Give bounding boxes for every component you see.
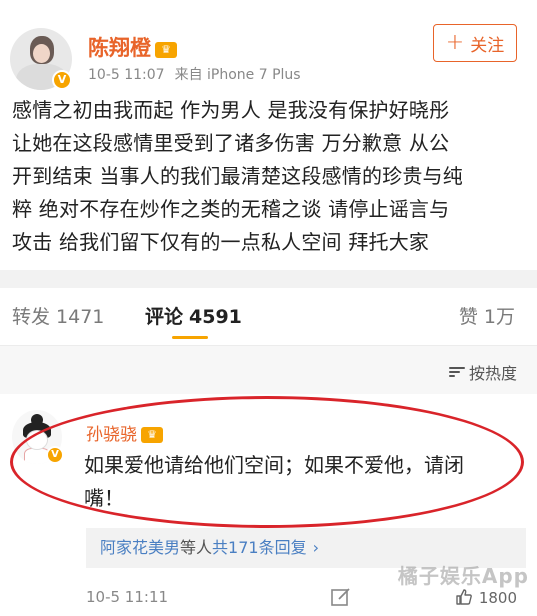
tab-comments-label: 评论 <box>145 306 184 328</box>
comment-line: 嘴！ <box>84 486 124 510</box>
comment-body: 如果爱他请给他们空间；如果不爱他，请闭 嘴！ <box>84 449 514 515</box>
post-source: 来自 iPhone 7 Plus <box>174 67 301 83</box>
crown-icon: ♛ <box>141 427 163 443</box>
post-line: 粹 绝对不存在炒作之类的无稽之谈 请停止谣言与 <box>12 197 450 221</box>
comment-line: 如果爱他请给他们空间；如果不爱他，请闭 <box>84 453 464 477</box>
sort-icon <box>448 365 465 379</box>
follow-button[interactable]: + 关注 <box>433 24 517 62</box>
follow-label: 关注 <box>470 35 505 56</box>
comment-like-button[interactable]: 1800 <box>455 588 517 607</box>
tab-likes-count: 1万 <box>483 306 515 328</box>
comment-like-count: 1800 <box>478 589 517 607</box>
sort-label: 按热度 <box>468 364 517 383</box>
tab-comments[interactable]: 评论 4591 <box>145 302 242 329</box>
chevron-right-icon: › <box>312 538 319 557</box>
replies-total-link[interactable]: 共171条回复 <box>212 538 307 557</box>
avatar-face <box>26 430 48 450</box>
replies-mid: 等人 <box>180 538 213 557</box>
plus-icon: + <box>445 30 465 55</box>
tab-repost-count: 1471 <box>56 306 105 328</box>
comment-item: V 孙骁骁 ♛ 如果爱他请给他们空间；如果不爱他，请闭 嘴！ 阿家花美男等人共17… <box>0 394 537 616</box>
post-line: 开到结束 当事人的我们最清楚这段感情的珍贵与纯 <box>12 164 463 188</box>
author-name[interactable]: 陈翔橙 ♛ <box>88 32 177 62</box>
crown-icon: ♛ <box>155 42 177 58</box>
sort-bar: 按热度 <box>0 346 537 394</box>
verified-icon: V <box>46 446 64 464</box>
reply-user-link[interactable]: 阿家花美男 <box>100 538 180 557</box>
sort-by-hot-button[interactable]: 按热度 <box>448 360 517 384</box>
post-time: 10-5 11:07 <box>88 67 165 83</box>
author-name-text[interactable]: 陈翔橙 <box>88 36 151 60</box>
avatar-bun <box>31 414 43 426</box>
active-tab-indicator <box>172 336 208 339</box>
post-line: 让她在这段感情里受到了诸多伤害 万分歉意 从公 <box>12 131 450 155</box>
section-divider <box>0 270 537 288</box>
tab-repost-label: 转发 <box>12 306 51 328</box>
tab-likes-label: 赞 <box>458 306 478 328</box>
post-body: 感情之初由我而起 作为男人 是我没有保护好晓彤 让她在这段感情里受到了诸多伤害 … <box>12 94 527 259</box>
tab-likes[interactable]: 赞 1万 <box>459 302 515 329</box>
post-meta: 10-5 11:07 来自 iPhone 7 Plus <box>88 64 301 84</box>
commenter-name-text[interactable]: 孙骁骁 <box>86 425 137 445</box>
post-card: V 陈翔橙 ♛ 10-5 11:07 来自 iPhone 7 Plus + 关注 感… <box>0 0 537 270</box>
post-line: 攻击 给我们留下仅有的一点私人空间 拜托大家 <box>12 230 430 254</box>
edit-icon[interactable] <box>330 586 352 608</box>
commenter-name[interactable]: 孙骁骁 ♛ <box>86 420 163 445</box>
post-line: 感情之初由我而起 作为男人 是我没有保护好晓彤 <box>12 98 450 122</box>
avatar-face <box>33 44 50 63</box>
comment-footer: 橘子娱乐App 10-5 11:11 1800 <box>0 564 537 616</box>
watermark: 橘子娱乐App <box>397 564 529 588</box>
comment-time: 10-5 11:11 <box>86 588 169 606</box>
interaction-tabs: 转发 1471 评论 4591 赞 1万 <box>0 288 537 346</box>
tab-repost[interactable]: 转发 1471 <box>12 302 104 329</box>
tab-comments-count: 4591 <box>189 306 242 328</box>
verified-icon: V <box>52 70 72 90</box>
thumbs-up-icon <box>456 589 472 605</box>
